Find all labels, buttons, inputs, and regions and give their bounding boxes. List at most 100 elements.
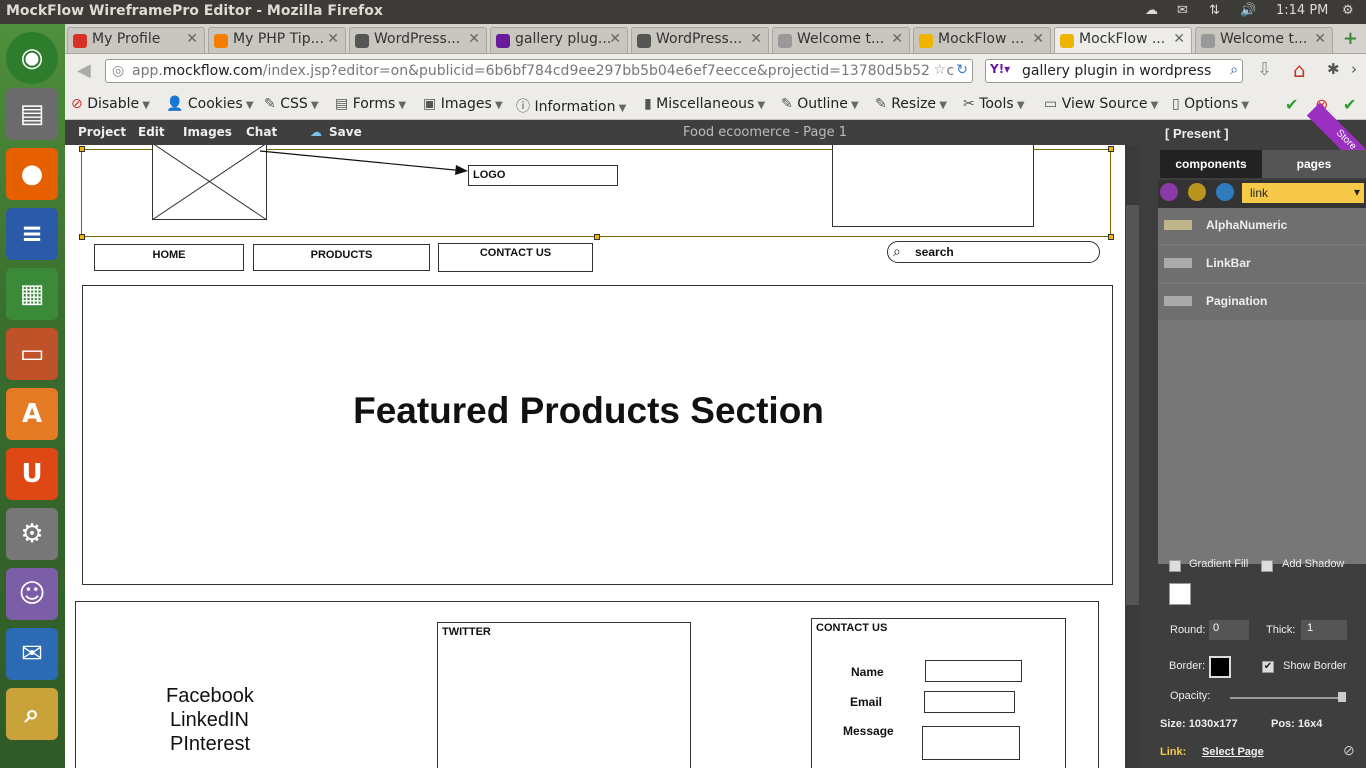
download-icon[interactable]: ⇩	[1257, 59, 1272, 80]
validate-check-icon[interactable]: ✔	[1285, 95, 1298, 114]
devtool-menu-options[interactable]: ▯ Options ▼	[1172, 96, 1249, 112]
yahoo-engine-icon[interactable]: Y!▾	[990, 62, 1010, 76]
devtool-menu-miscellaneous[interactable]: ▮ Miscellaneous ▼	[644, 96, 765, 112]
devtool-menu-images[interactable]: ▣ Images ▼	[423, 96, 503, 112]
browser-tab[interactable]: MockFlow ... ✕	[913, 27, 1051, 53]
image-placeholder[interactable]	[152, 145, 268, 221]
browser-tab[interactable]: My Profile ✕	[67, 27, 205, 53]
browser-tab[interactable]: gallery plug... ✕	[490, 27, 628, 53]
message-textarea[interactable]	[922, 726, 1020, 760]
tab-components[interactable]: components	[1160, 150, 1262, 178]
save-button[interactable]: Save	[329, 125, 362, 139]
sitemap-icon[interactable]	[1188, 183, 1206, 201]
devtool-menu-forms[interactable]: ▤ Forms ▼	[335, 96, 406, 112]
header-right-box[interactable]	[832, 145, 1034, 227]
border-color-swatch[interactable]	[1209, 656, 1231, 678]
list-item[interactable]: Pagination	[1158, 284, 1366, 320]
devtool-menu-cookies[interactable]: 👤 Cookies ▼	[166, 96, 254, 112]
settings-gear-icon[interactable]: ⚙	[1342, 3, 1354, 18]
resize-handle[interactable]	[1108, 146, 1114, 152]
resize-handle[interactable]	[1108, 234, 1114, 240]
search-magnifier-icon[interactable]: ⌕	[1230, 62, 1238, 78]
calc-icon[interactable]: ▦	[6, 268, 58, 320]
gradient-checkbox[interactable]	[1169, 560, 1181, 572]
validate-check2-icon[interactable]: ✔	[1343, 95, 1356, 114]
browser-tab[interactable]: WordPress... ✕	[349, 27, 487, 53]
url-bar[interactable]: ◎ app.mockflow.com/index.jsp?editor=on&p…	[105, 59, 973, 83]
thunderbird-icon[interactable]: ✉	[6, 628, 58, 680]
devtool-menu-css[interactable]: ✎ CSS ▼	[264, 96, 319, 112]
scrollbar-thumb[interactable]	[1126, 205, 1139, 605]
clear-link-icon[interactable]: ⊘	[1343, 742, 1355, 759]
show-border-checkbox[interactable]: ✔	[1262, 661, 1274, 673]
contact-form-box[interactable]: CONTACT US Name Email Message	[811, 618, 1066, 768]
devtool-menu-outline[interactable]: ✎ Outline ▼	[781, 96, 859, 112]
devtool-menu-disable[interactable]: ⊘ Disable ▼	[71, 96, 150, 112]
logo-box[interactable]: LOGO	[468, 165, 618, 186]
reload-icon[interactable]: ↻	[956, 62, 968, 78]
devtool-menu-view-source[interactable]: ▭ View Source ▼	[1044, 96, 1158, 112]
search-bar[interactable]: Y!▾ gallery plugin in wordpress ⌕	[985, 59, 1243, 83]
tab-close-icon[interactable]: ✕	[186, 31, 198, 47]
thick-stepper[interactable]: 1	[1301, 620, 1347, 640]
tab-close-icon[interactable]: ✕	[1032, 31, 1044, 47]
list-item[interactable]: AlphaNumeric	[1158, 208, 1366, 244]
mail-icon[interactable]: ✉	[1177, 3, 1188, 18]
facebook-link[interactable]: Facebook	[166, 685, 254, 708]
tab-pages[interactable]: pages	[1262, 150, 1366, 178]
tab-close-icon[interactable]: ✕	[609, 31, 621, 47]
menu-edit[interactable]: Edit	[138, 125, 165, 139]
zoom-icon[interactable]	[1216, 183, 1234, 201]
tab-close-icon[interactable]: ✕	[891, 31, 903, 47]
new-tab-plus-icon[interactable]: +	[1343, 28, 1358, 49]
devtool-menu-information[interactable]: ⓘ Information ▼	[516, 96, 626, 116]
tab-close-icon[interactable]: ✕	[468, 31, 480, 47]
name-input[interactable]	[925, 660, 1022, 682]
opacity-slider-thumb[interactable]	[1338, 692, 1346, 702]
writer-icon[interactable]: ≡	[6, 208, 58, 260]
filter-select[interactable]: link ▾	[1242, 183, 1364, 203]
canvas-scrollbar[interactable]	[1125, 145, 1140, 768]
devtool-menu-tools[interactable]: ✂ Tools ▼	[963, 96, 1025, 112]
impress-icon[interactable]: ▭	[6, 328, 58, 380]
resize-handle[interactable]	[79, 234, 85, 240]
software-center-icon[interactable]: A	[6, 388, 58, 440]
devtool-menu-resize[interactable]: ✎ Resize ▼	[875, 96, 947, 112]
tab-close-icon[interactable]: ✕	[1314, 31, 1326, 47]
menu-project[interactable]: Project	[78, 125, 126, 139]
twitter-box[interactable]: TWITTER	[437, 622, 691, 768]
browser-tab[interactable]: Welcome t... ✕	[772, 27, 910, 53]
opacity-slider[interactable]	[1230, 697, 1346, 699]
menu-images[interactable]: Images	[183, 125, 232, 139]
present-button[interactable]: [ Present ]	[1165, 126, 1229, 141]
linkedin-link[interactable]: LinkedIN	[170, 709, 249, 732]
list-item[interactable]: LinkBar	[1158, 246, 1366, 282]
tab-close-icon[interactable]: ✕	[1173, 31, 1185, 47]
browser-tab[interactable]: WordPress... ✕	[631, 27, 769, 53]
bookmark-star-icon[interactable]: ☆	[929, 62, 946, 78]
wireframe-search-field[interactable]: ⌕ search	[887, 241, 1100, 263]
browser-tab[interactable]: MockFlow ... ✕	[1054, 27, 1192, 53]
menu-chat[interactable]: Chat	[246, 125, 277, 139]
email-input[interactable]	[924, 691, 1015, 713]
ubuntu-one-icon[interactable]: U	[6, 448, 58, 500]
resize-handle[interactable]	[594, 234, 600, 240]
browser-tab[interactable]: Welcome t... ✕	[1195, 27, 1333, 53]
clock[interactable]: 1:14 PM	[1276, 3, 1328, 18]
tab-close-icon[interactable]: ✕	[750, 31, 762, 47]
system-settings-icon[interactable]: ⚙	[6, 508, 58, 560]
select-page-link[interactable]: Select Page	[1202, 746, 1264, 758]
cloud-icon[interactable]: ☁	[1145, 3, 1158, 18]
round-stepper[interactable]: 0	[1209, 620, 1249, 640]
pidgin-icon[interactable]: ☺	[6, 568, 58, 620]
resize-handle[interactable]	[79, 146, 85, 152]
featured-products-section[interactable]: Featured Products Section	[82, 285, 1113, 585]
network-icon[interactable]: ⇅	[1209, 3, 1220, 18]
back-arrow-icon[interactable]: ◀	[77, 60, 91, 81]
image-viewer-icon[interactable]: ⌕	[6, 688, 58, 740]
ubuntu-dash-icon[interactable]: ◉	[6, 32, 58, 84]
nav-products-button[interactable]: PRODUCTS	[253, 244, 430, 271]
nav-home-button[interactable]: HOME	[94, 244, 244, 271]
menu-arrow-icon[interactable]: ›	[1351, 60, 1357, 78]
nav-contact-button[interactable]: CONTACT US	[438, 243, 593, 272]
